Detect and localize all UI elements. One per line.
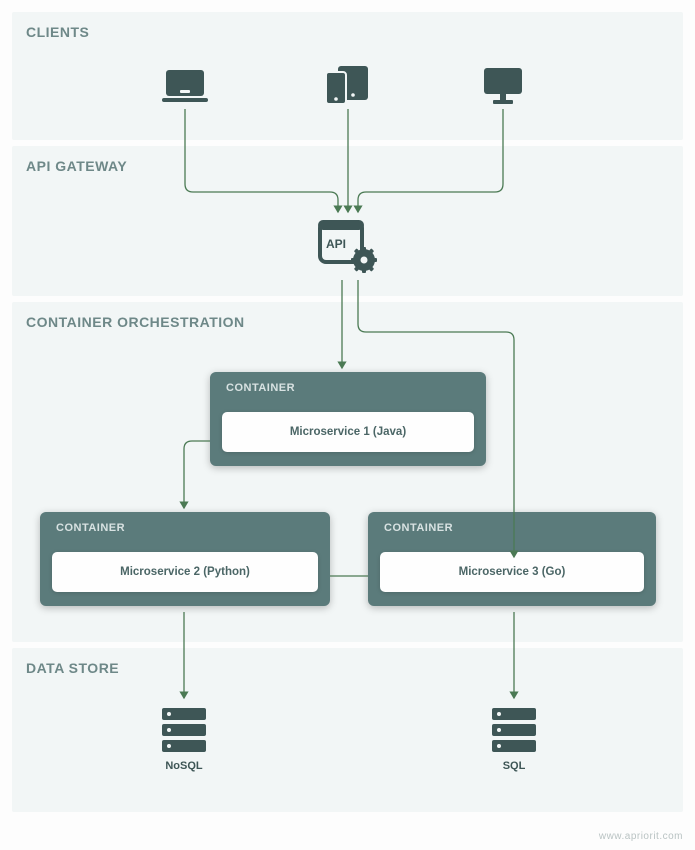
api-gear-icon: API	[318, 220, 378, 276]
container-title-3: CONTAINER	[384, 522, 644, 534]
section-title-clients: CLIENTS	[26, 24, 89, 40]
db-label-sql: SQL	[474, 760, 554, 772]
section-api-gateway: API GATEWAY API	[12, 146, 683, 296]
diagram-canvas: CLIENTS API GATEWA	[12, 12, 683, 832]
desktop-icon	[480, 68, 526, 104]
container-title-1: CONTAINER	[226, 382, 474, 394]
db-label-nosql: NoSQL	[144, 760, 224, 772]
section-title-gateway: API GATEWAY	[26, 158, 127, 174]
database-nosql-icon	[158, 704, 210, 756]
section-title-orchestration: CONTAINER ORCHESTRATION	[26, 314, 245, 330]
mobile-tablet-icon	[320, 68, 374, 104]
microservice-3: Microservice 3 (Go)	[380, 552, 644, 592]
laptop-icon	[162, 68, 208, 104]
section-clients: CLIENTS	[12, 12, 683, 140]
section-title-datastore: DATA STORE	[26, 660, 119, 676]
container-card-2: CONTAINER Microservice 2 (Python)	[40, 512, 330, 606]
microservice-2: Microservice 2 (Python)	[52, 552, 318, 592]
container-title-2: CONTAINER	[56, 522, 318, 534]
api-label-text: API	[326, 237, 346, 251]
section-orchestration: CONTAINER ORCHESTRATION CONTAINER Micros…	[12, 302, 683, 642]
section-datastore: DATA STORE NoSQL SQL	[12, 648, 683, 812]
container-card-1: CONTAINER Microservice 1 (Java)	[210, 372, 486, 466]
footer-credit: www.apriorit.com	[599, 831, 683, 842]
database-sql-icon	[488, 704, 540, 756]
container-card-3: CONTAINER Microservice 3 (Go)	[368, 512, 656, 606]
microservice-1: Microservice 1 (Java)	[222, 412, 474, 452]
